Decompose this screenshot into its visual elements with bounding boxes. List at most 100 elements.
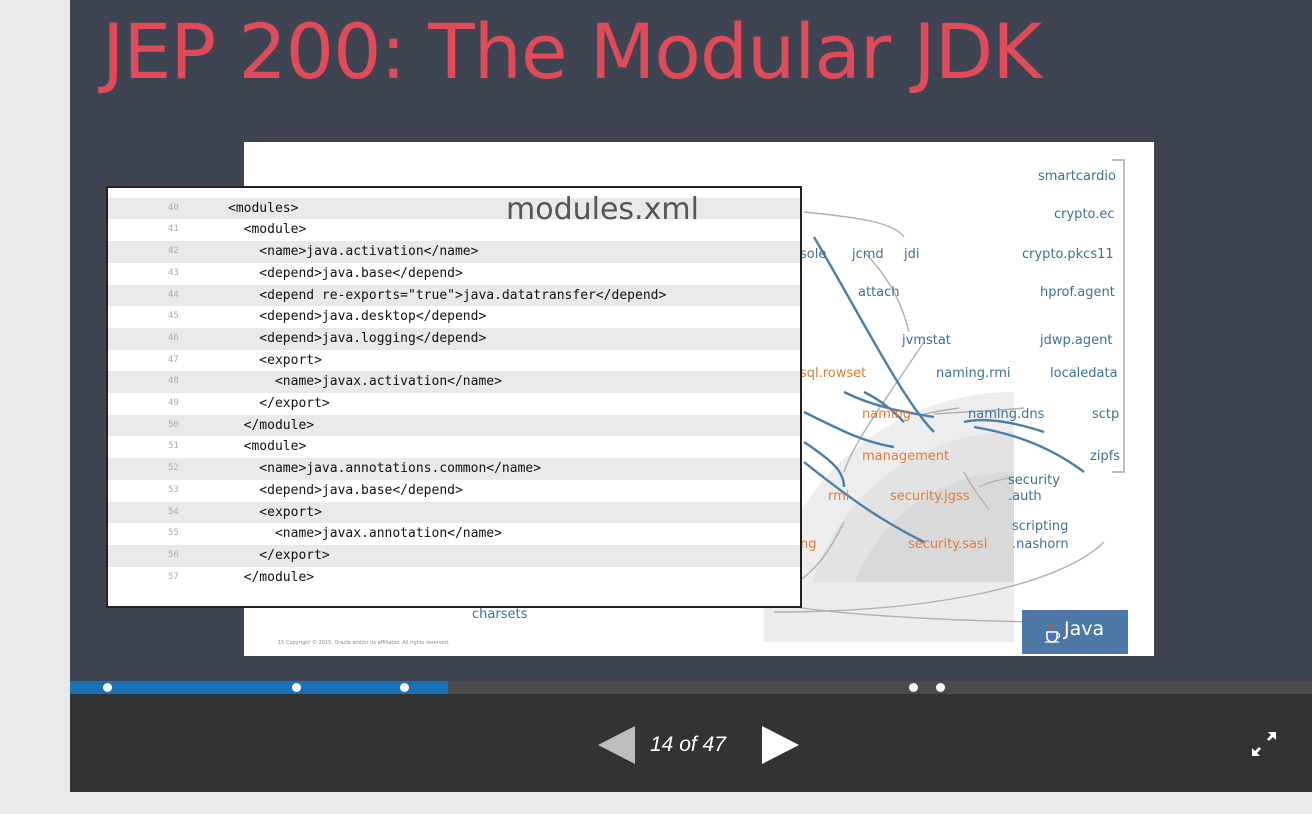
java-logo: Java	[1022, 610, 1128, 654]
next-slide-button[interactable]	[762, 726, 799, 764]
code-line: 42 <name>java.activation</name>	[108, 241, 800, 263]
progress-marker[interactable]	[908, 683, 918, 692]
label-security-auth-2: .auth	[1008, 489, 1042, 504]
code-line-text: <name>javax.activation</name>	[228, 374, 502, 390]
code-line: 56 </export>	[108, 544, 800, 567]
code-line: 55 <name>javax.annotation</name>	[108, 523, 800, 545]
code-line-number: 40	[168, 202, 179, 213]
code-line: 53 <depend>java.base</depend>	[108, 480, 800, 502]
label-logging: ng	[800, 537, 817, 552]
label-scripting-1: scripting	[1012, 519, 1068, 534]
code-line-text: <depend>java.desktop</depend>	[228, 309, 487, 325]
code-line-number: 51	[168, 441, 179, 452]
label-security-sasl: security.sasl	[908, 537, 987, 552]
progress-bar[interactable]	[70, 681, 1312, 694]
page-counter: 14 of 47	[650, 733, 726, 756]
label-localedata: localedata	[1050, 366, 1118, 381]
code-line: 52 <name>java.annotations.common</name>	[108, 458, 800, 480]
label-scripting-2: .nashorn	[1012, 537, 1069, 552]
code-line-number: 50	[168, 419, 179, 430]
code-line: 48 <name>javax.activation</name>	[108, 371, 800, 393]
code-line-number: 54	[168, 506, 179, 517]
code-line: 54 <export>	[108, 501, 800, 524]
code-line-number: 45	[168, 311, 179, 322]
code-line: 51 <module>	[108, 436, 800, 458]
previous-slide-button[interactable]	[598, 726, 635, 764]
label-sql-rowset: sql.rowset	[800, 366, 866, 381]
code-listing: modules.xml 39 40 <modules> 41 <module> 42 <…	[106, 186, 802, 608]
code-line-number: 53	[168, 484, 179, 495]
progress-marker[interactable]	[102, 683, 112, 692]
code-line: 45 <depend>java.desktop</depend>	[108, 306, 800, 328]
code-lines: 39 40 <modules> 41 <module> 42 <name>java.ac…	[108, 188, 800, 606]
label-naming-dns: naming.dns	[968, 407, 1045, 422]
code-line-text: <name>java.annotations.common</name>	[228, 461, 542, 477]
label-security-auth-1: security	[1008, 473, 1060, 488]
label-crypto-ec: crypto.ec	[1054, 207, 1115, 222]
code-line: 43 <depend>java.base</depend>	[108, 263, 800, 285]
label-naming: naming	[862, 407, 911, 422]
label-smartcardio: smartcardio	[1038, 169, 1116, 184]
code-line-number: 44	[168, 289, 179, 300]
code-line-number: 49	[168, 398, 179, 408]
copyright-note: 15 Copyright © 2015, Oracle and/or its a…	[278, 640, 450, 646]
label-naming-rmi: naming.rmi	[936, 366, 1011, 381]
code-line-text: <name>javax.annotation</name>	[228, 526, 502, 542]
label-jdi: jdi	[903, 247, 919, 262]
code-line-number: 39	[168, 186, 179, 191]
code-listing-title: modules.xml	[506, 192, 699, 227]
code-line-number: 46	[168, 332, 179, 343]
label-sctp: sctp	[1092, 407, 1119, 422]
code-line-text: </export>	[228, 396, 330, 411]
code-line-number: 47	[168, 354, 179, 365]
code-line: 47 <export>	[108, 350, 800, 372]
label-hprof-agent: hprof.agent	[1040, 285, 1115, 300]
code-line-number: 56	[168, 549, 179, 560]
label-console: sole	[800, 247, 826, 262]
code-line-text: <modules>	[228, 200, 299, 216]
code-line-number: 42	[168, 246, 179, 257]
label-jdwp-agent: jdwp.agent	[1039, 333, 1112, 348]
progress-marker[interactable]	[399, 683, 409, 692]
code-line: 50 </module>	[108, 414, 800, 437]
label-attach: attach	[858, 285, 900, 300]
code-line-text: <depend re-exports="true">java.datatrans…	[228, 287, 667, 303]
label-crypto-pkcs11: crypto.pkcs11	[1022, 247, 1114, 262]
expand-arrows-icon	[1252, 732, 1276, 756]
code-line-text: <export>	[228, 352, 322, 368]
code-line: 46 <depend>java.logging</depend>	[108, 327, 800, 350]
code-line-number: 48	[168, 376, 179, 387]
code-line-number: 57	[168, 571, 179, 582]
label-security-jgss: security.jgss	[890, 489, 970, 504]
code-line-text: <export>	[228, 504, 322, 520]
java-logo-text: Java	[1064, 618, 1105, 640]
label-jvmstat: jvmstat	[901, 333, 951, 348]
code-line-text: </module>	[228, 417, 315, 433]
code-line: 44 <depend re-exports="true">java.datatr…	[108, 284, 800, 307]
fullscreen-button[interactable]	[1248, 728, 1280, 760]
code-line-text: <name>java.activation</name>	[228, 244, 479, 260]
code-line-text: <module>	[228, 222, 307, 238]
progress-marker[interactable]	[291, 683, 301, 692]
code-line-number: 43	[168, 267, 179, 278]
slide-viewer: JEP 200: The Modular JDK smartcardio cry…	[70, 0, 1312, 792]
code-line-text: </module>	[228, 569, 315, 585]
code-line-number: 52	[168, 463, 179, 474]
label-charsets: charsets	[472, 607, 528, 622]
slide-title: JEP 200: The Modular JDK	[102, 7, 1042, 96]
progress-marker[interactable]	[936, 683, 946, 692]
code-line-text: <depend>java.base</depend>	[228, 265, 463, 281]
navigation-bar: 14 of 47	[70, 694, 1312, 792]
code-line-text: <module>	[228, 439, 307, 455]
label-management: management	[862, 449, 949, 464]
java-cup-icon	[1045, 623, 1061, 643]
progress-fill	[70, 681, 448, 694]
label-rmi: rmi	[828, 489, 849, 504]
code-line: 57 </module>	[108, 567, 800, 589]
code-line-text: <depend>java.logging</depend>	[228, 330, 487, 346]
code-line-text: <depend>java.base</depend>	[228, 482, 463, 498]
code-line-number: 41	[168, 224, 179, 235]
code-line-text: </export>	[228, 547, 330, 563]
label-zipfs: zipfs	[1090, 449, 1120, 464]
code-line-number: 55	[168, 528, 179, 539]
